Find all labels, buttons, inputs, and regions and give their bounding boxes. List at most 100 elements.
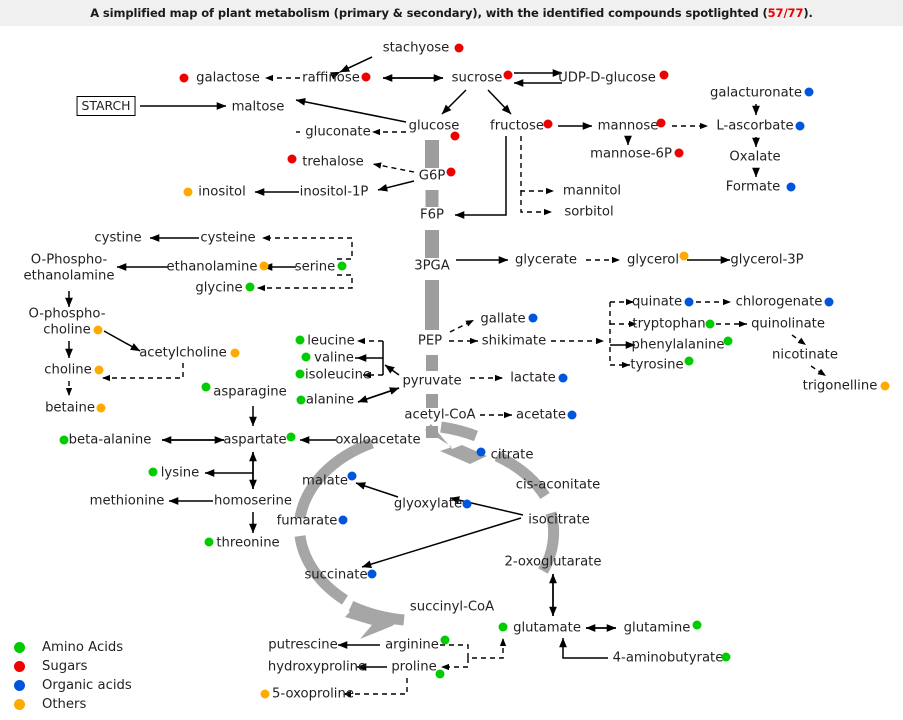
- compound-alanine: alanine: [305, 392, 355, 408]
- compound-isocitrate: isocitrate: [528, 512, 590, 528]
- compound-lysine: lysine: [160, 465, 200, 481]
- compound-cystine: cystine: [94, 230, 142, 246]
- compound-aminobutyrate: 4-aminobutyrate: [612, 650, 724, 666]
- compound-serine: serine: [294, 259, 336, 275]
- compound-dot-succinate: [367, 569, 377, 579]
- compound-malate: malate: [302, 473, 348, 489]
- compound-galactose: galactose: [196, 70, 260, 86]
- legend-label: Sugars: [42, 659, 88, 674]
- compound-dot-lysine: [148, 467, 158, 477]
- compound-betaalanine: beta-alanine: [68, 432, 152, 448]
- compound-dot-glyoxylate: [462, 499, 472, 509]
- compound-oxoproline: 5-oxoproline: [272, 686, 354, 702]
- compound-isoleucine: isoleucine: [304, 367, 372, 383]
- compound-acetate: acetate: [516, 407, 566, 423]
- legend-item-sugar: Sugars: [14, 657, 132, 676]
- compound-f6p: F6P: [420, 207, 444, 223]
- compound-dot-trehalose: [287, 154, 297, 164]
- glycolysis-bar: [426, 355, 438, 371]
- compound-dot-arginine: [440, 635, 450, 645]
- compound-dot-udpglucose: [659, 70, 669, 80]
- compound-acetylcoa: acetyl-CoA: [404, 407, 476, 423]
- compound-tryptophan: tryptophan: [632, 316, 706, 332]
- compound-g6p: G6P: [418, 168, 446, 184]
- compound-dot-leucine: [295, 335, 305, 345]
- title-suffix: ).: [803, 6, 813, 20]
- compound-dot-mannose: [656, 118, 666, 128]
- compound-dot-aspartate: [286, 432, 296, 442]
- compound-label-line: O-phospho-: [28, 306, 106, 322]
- compound-formate: Formate: [725, 179, 781, 195]
- compound-aspartate: aspartate: [223, 432, 287, 448]
- legend-swatch-sugar-icon: [14, 661, 25, 672]
- compound-label-line: O-Phospho-: [30, 252, 108, 268]
- tca-cycle-ring-segments: [348, 421, 478, 626]
- compound-2oxoglutarate: 2-oxoglutarate: [504, 554, 602, 570]
- compound-asparagine: asparagine: [213, 384, 287, 400]
- compound-maltose: maltose: [231, 99, 285, 115]
- compound-dot-serine: [337, 261, 347, 271]
- compound-dot-glycerol: [679, 251, 689, 261]
- compound-pep: PEP: [417, 333, 443, 349]
- compound-dot-formate: [786, 182, 796, 192]
- compound-ethanolamine: ethanolamine: [166, 259, 258, 275]
- glycolysis-bar: [426, 426, 438, 438]
- compound-dot-tyrosine: [684, 356, 694, 366]
- compound-cisaconitate: cis-aconitate: [515, 477, 601, 493]
- compound-stachyose: stachyose: [382, 40, 450, 56]
- compound-dot-gallate: [528, 313, 538, 323]
- compound-glyoxylate: glyoxylate: [393, 496, 463, 512]
- legend-label: Amino Acids: [42, 640, 124, 655]
- compound-glycerate: glycerate: [515, 252, 577, 268]
- compound-dot-acetate: [567, 410, 577, 420]
- legend-item-amino: Amino Acids: [14, 638, 132, 657]
- compound-succinylcoa: succinyl-CoA: [409, 599, 495, 615]
- compound-proline: proline: [391, 659, 437, 675]
- compound-quinate: quinate: [631, 294, 683, 310]
- title-bar: A simplified map of plant metabolism (pr…: [0, 0, 903, 26]
- compound-sorbitol: sorbitol: [564, 204, 614, 220]
- compound-quinolinate: quinolinate: [751, 316, 825, 332]
- compound-ophosphoetha: O-Phospho-ethanolamine: [24, 253, 115, 284]
- compound-dot-raffinose: [361, 72, 371, 82]
- legend-swatch-amino-icon: [14, 642, 25, 653]
- legend-label: Organic acids: [42, 678, 132, 693]
- compound-starch: STARCH: [76, 96, 136, 116]
- diagram-canvas: stachyose galactose raffinose sucrose UDP-D-…: [0, 26, 903, 720]
- compound-glutamine: glutamine: [623, 620, 691, 636]
- compound-tyrosine: tyrosine: [630, 357, 684, 373]
- compound-succinate: succinate: [304, 567, 368, 583]
- compound-dot-lactate: [558, 373, 568, 383]
- compound-trehalose: trehalose: [302, 154, 364, 170]
- compound-galacturonate: galacturonate: [710, 85, 802, 101]
- compound-raffinose: raffinose: [302, 70, 360, 86]
- compound-lascorbate: L-ascorbate: [716, 118, 794, 134]
- compound-dot-ethanolamine: [259, 261, 269, 271]
- glycolysis-bar: [425, 280, 439, 330]
- glycolysis-bar: [425, 190, 439, 207]
- compound-fumarate: fumarate: [276, 513, 338, 529]
- compound-dot-citrate: [476, 447, 486, 457]
- compound-dot-alanine: [296, 395, 306, 405]
- compound-putrescine: putrescine: [268, 637, 338, 653]
- compound-citrate: citrate: [490, 447, 534, 463]
- compound-mannitol: mannitol: [562, 183, 622, 199]
- compound-dot-chlorogenate: [824, 297, 834, 307]
- compound-sucrose: sucrose: [451, 70, 503, 86]
- compound-dot-phenylalanine: [723, 336, 733, 346]
- legend-item-other: Others: [14, 695, 132, 714]
- compound-dot-glycine: [245, 282, 255, 292]
- compound-chlorogenate: chlorogenate: [735, 294, 823, 310]
- compound-dot-glucose: [450, 131, 460, 141]
- compound-dot-sucrose: [503, 70, 513, 80]
- compound-choline: choline: [44, 362, 92, 378]
- compound-dot-galactose: [179, 73, 189, 83]
- compound-dot-valine: [301, 352, 311, 362]
- glycolysis-bar: [425, 230, 439, 258]
- compound-gallate: gallate: [480, 311, 526, 327]
- compound-lactate: lactate: [510, 370, 556, 386]
- compound-fructose: fructose: [490, 118, 544, 134]
- compound-glycerol3p: glycerol-3P: [730, 252, 804, 268]
- title-ratio: 57/77: [767, 6, 804, 20]
- compound-dot-asparagine: [201, 382, 211, 392]
